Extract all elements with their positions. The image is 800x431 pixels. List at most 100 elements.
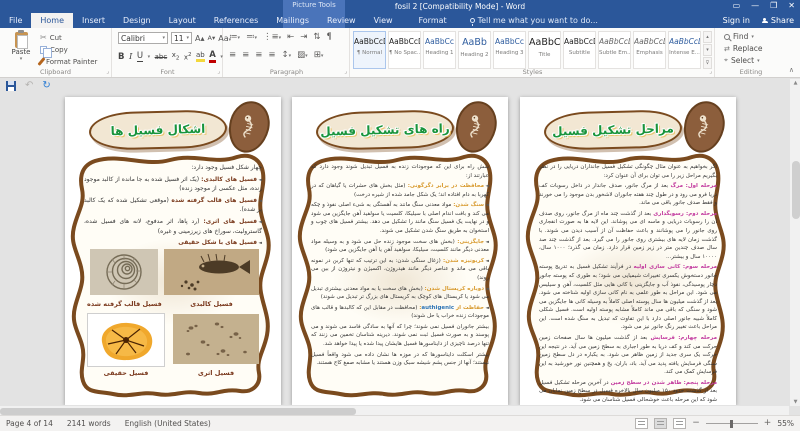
undo-icon[interactable]: ↶ <box>25 81 33 91</box>
text-highlight-button[interactable]: ab <box>196 51 205 62</box>
align-center-button[interactable]: ≡ <box>242 50 249 60</box>
zoom-level[interactable]: 55% <box>777 419 794 428</box>
align-right-button[interactable]: ≡ <box>255 50 262 60</box>
multilevel-list-button[interactable]: ⋮≡▾ <box>263 32 281 42</box>
styles-dialog-launcher[interactable]: ⌟ <box>709 68 712 75</box>
font-group: Calibri▾ 11▾ A▴ A▾ Aa▾ B I U▾ abc x2 x2 … <box>113 28 223 77</box>
tell-me-box[interactable]: Tell me what you want to do... <box>470 13 598 28</box>
tab-references[interactable]: References <box>205 13 267 28</box>
clipboard-dialog-launcher[interactable]: ⌟ <box>106 68 109 75</box>
copy-button[interactable]: Copy <box>40 46 97 54</box>
style-normal[interactable]: AaBbCcDc¶ Normal <box>353 31 386 69</box>
restore-button[interactable]: ❐ <box>770 1 777 10</box>
style-heading1[interactable]: AaBbCcHeading 1 <box>423 31 456 69</box>
font-color-button[interactable]: A <box>209 50 216 63</box>
decrease-indent-button[interactable]: ⇤ <box>287 32 294 42</box>
zoom-slider-thumb[interactable] <box>730 420 733 428</box>
sort-button[interactable]: ⇅ <box>313 32 320 42</box>
bold-button[interactable]: B <box>118 52 124 62</box>
select-button[interactable]: ⌖Select▾ <box>724 56 763 65</box>
show-paragraph-marks-button[interactable]: ¶ <box>327 32 332 42</box>
minimize-button[interactable]: — <box>751 1 759 10</box>
style-intense-emphasis[interactable]: AaBbCcDtIntense E... <box>668 31 701 69</box>
word-count[interactable]: 2141 words <box>67 419 111 428</box>
share-button[interactable]: Share <box>762 13 794 28</box>
line-spacing-button[interactable]: ↕▾ <box>282 50 292 60</box>
caption: فسیل کالبدی <box>164 300 259 308</box>
bullets-button[interactable]: ≔▾ <box>229 32 240 42</box>
style-heading3[interactable]: AaBbCcHeading 3 <box>493 31 526 69</box>
style-title[interactable]: AaBbCTitle <box>528 31 561 69</box>
tab-layout[interactable]: Layout <box>160 13 205 28</box>
scroll-up-arrow[interactable]: ▲ <box>790 80 800 86</box>
increase-indent-button[interactable]: ⇥ <box>300 32 307 42</box>
tab-format-contextual[interactable]: Format <box>402 13 464 28</box>
language-indicator[interactable]: English (United States) <box>125 419 211 428</box>
ribbon-display-options-icon[interactable]: ▭ <box>733 1 741 10</box>
font-dialog-launcher[interactable]: ⌟ <box>217 68 220 75</box>
strikethrough-button[interactable]: abc <box>155 53 168 61</box>
style-subtle-emphasis[interactable]: AaBbCcDtSubtle Em... <box>598 31 631 69</box>
style-no-spacing[interactable]: AaBbCcDc¶ No Spac... <box>388 31 421 69</box>
italic-button[interactable]: I <box>129 52 132 62</box>
tab-view[interactable]: View <box>365 13 402 28</box>
vertical-scrollbar[interactable]: ▲ ▼ <box>789 79 800 406</box>
horizontal-scrollbar-thumb[interactable] <box>0 408 356 415</box>
align-left-button[interactable]: ≡ <box>229 50 236 60</box>
paragraph-dialog-launcher[interactable]: ⌟ <box>344 68 347 75</box>
paste-button[interactable]: Paste ▾ <box>7 32 35 62</box>
paste-dropdown-caret[interactable]: ▾ <box>7 56 35 62</box>
shading-button[interactable]: ▨▾ <box>297 50 308 60</box>
font-name-combo[interactable]: Calibri▾ <box>118 32 168 44</box>
zoom-slider[interactable] <box>706 423 758 424</box>
styles-scroll-down[interactable]: ▾ <box>703 44 712 56</box>
fish-fossil-image[interactable] <box>164 249 259 295</box>
format-painter-button[interactable]: Format Painter <box>40 57 97 66</box>
font-color-caret[interactable]: ▾ <box>220 54 223 60</box>
style-heading2[interactable]: AaBbHeading 2 <box>458 31 491 69</box>
zoom-out-button[interactable]: − <box>692 419 700 428</box>
trace-fossil-image[interactable] <box>173 314 259 364</box>
amber-fossil-image[interactable] <box>90 316 162 364</box>
subscript-button[interactable]: x2 <box>172 51 180 61</box>
horizontal-scrollbar[interactable] <box>0 405 789 415</box>
justify-button[interactable]: ≡ <box>268 50 275 60</box>
redo-icon[interactable]: ↻ <box>42 81 50 91</box>
superscript-button[interactable]: x2 <box>184 52 192 61</box>
sign-in-button[interactable]: Sign in <box>723 13 750 28</box>
print-layout-button[interactable] <box>654 418 667 429</box>
underline-caret[interactable]: ▾ <box>148 54 151 60</box>
tab-review[interactable]: Review <box>318 13 365 28</box>
tab-insert[interactable]: Insert <box>73 13 114 28</box>
close-button[interactable]: ✕ <box>788 1 795 10</box>
shrink-font-button[interactable]: A▾ <box>208 34 216 42</box>
style-emphasis[interactable]: AaBbCcDtEmphasis <box>633 31 666 69</box>
scroll-down-arrow[interactable]: ▼ <box>790 399 800 405</box>
save-icon[interactable] <box>6 81 16 91</box>
styles-scroll-up[interactable]: ▴ <box>703 31 712 43</box>
tab-home[interactable]: Home <box>31 13 73 28</box>
quick-access-toolbar: ↶ ↻ <box>6 81 51 91</box>
tab-design[interactable]: Design <box>114 13 160 28</box>
read-mode-button[interactable] <box>635 418 648 429</box>
replace-button[interactable]: ⇄Replace <box>724 44 763 53</box>
style-subtitle[interactable]: AaBbCcDSubtitle <box>563 31 596 69</box>
numbering-button[interactable]: ≕▾ <box>246 32 257 42</box>
cut-button[interactable]: ✂Cut <box>40 33 97 42</box>
document-page-2[interactable]: راه های تشکیل فسیل شش راه برای این که مو… <box>292 97 508 405</box>
web-layout-button[interactable] <box>673 418 686 429</box>
vertical-scrollbar-thumb[interactable] <box>792 161 800 219</box>
document-page-3[interactable]: مراحل تشکیل فسیل اگر بخواهیم به عنوان مث… <box>520 97 736 405</box>
find-button[interactable]: Find▾ <box>724 32 763 41</box>
grow-font-button[interactable]: A▴ <box>195 34 205 43</box>
page-indicator[interactable]: Page 4 of 14 <box>6 419 53 428</box>
ammonite-fossil-image[interactable] <box>90 249 158 295</box>
font-size-combo[interactable]: 11▾ <box>171 32 192 44</box>
underline-button[interactable]: U <box>137 51 143 62</box>
tab-mailings[interactable]: Mailings <box>267 13 318 28</box>
document-page-1[interactable]: اشکال فسیل ها چهار شکل فسیل وجود دارد: ◄… <box>65 97 281 405</box>
tab-file[interactable]: File <box>0 13 31 28</box>
borders-button[interactable]: ⊞▾ <box>314 50 324 60</box>
collapse-ribbon-button[interactable]: ∧ <box>789 66 794 74</box>
zoom-in-button[interactable]: + <box>764 419 772 428</box>
